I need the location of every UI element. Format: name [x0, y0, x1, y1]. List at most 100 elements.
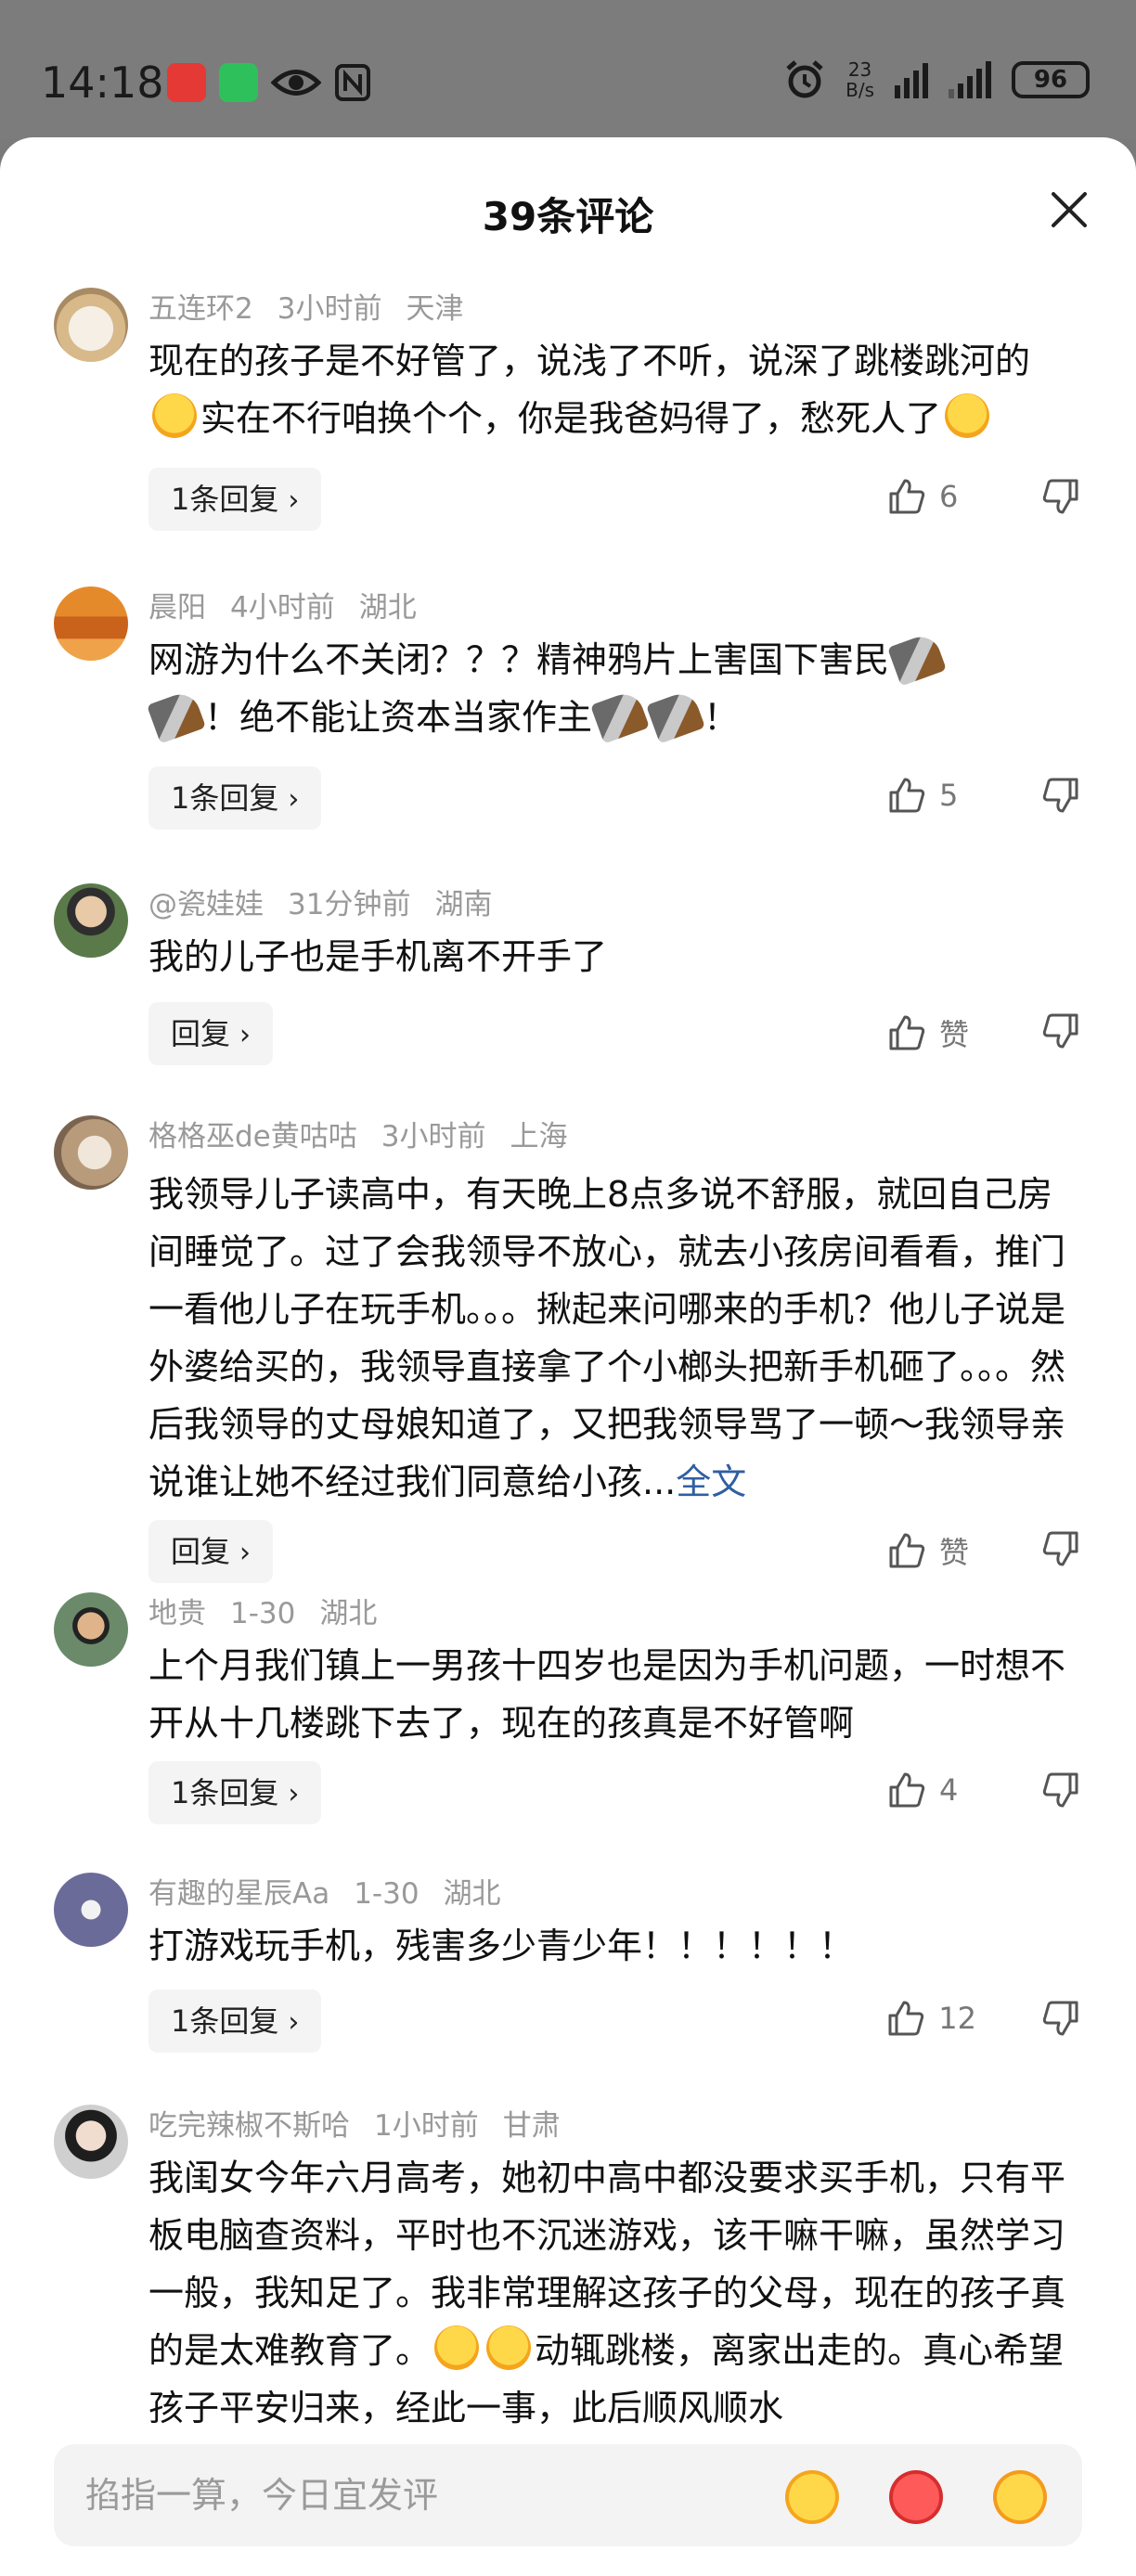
chevron-right-icon: ›: [239, 1019, 252, 1051]
comment-text: 上个月我们镇上一男孩十四岁也是因为手机问题，一时想不开从十几楼跳下去了，现在的孩…: [148, 1645, 1066, 1744]
comment-item: 吃完辣椒不斯哈 1小时前 甘肃 我闺女今年六月高考，她初中高中都没要求买手机，只有平…: [0, 2103, 1136, 2429]
network-speed: 23 B/s: [846, 59, 874, 100]
comment-text: 网游为什么不关闭？？？精神鸦片上害国下害民 ！绝不能让资本当家作主 ！: [147, 631, 1080, 746]
dislike-button[interactable]: [1041, 1999, 1080, 2041]
dislike-button[interactable]: [1041, 1771, 1080, 1813]
reply-label: 1条回复: [171, 780, 279, 816]
comment-location: 湖南: [434, 888, 493, 921]
status-right: 23 B/s 96: [784, 59, 1090, 100]
comment-meta: 格格巫de黄咕咕 3小时前 上海: [148, 1114, 1080, 1160]
like-button[interactable]: 4: [887, 1771, 976, 1810]
like-button[interactable]: 赞: [887, 1011, 976, 1054]
comment-item: 有趣的星辰Aa 1-30 湖北 打游戏玩手机，残害多少青少年！！！！！！ 1条回复 ›…: [0, 1871, 1136, 2103]
reply-button[interactable]: 回复 ›: [148, 1520, 274, 1583]
avatar[interactable]: [54, 1115, 128, 1190]
comment-location: 天津: [406, 292, 464, 326]
knife-emoji-icon: [590, 689, 650, 744]
comment-time: 1-30: [354, 1877, 420, 1911]
comment-location: 湖北: [443, 1877, 501, 1911]
thumbs-up-icon: [889, 479, 925, 514]
comment-text: 我闺女今年六月高考，她初中高中都没要求买手机，只有平板电脑查资料，平时也不沉迷游…: [148, 2149, 1080, 2429]
comment-username[interactable]: 晨阳: [148, 591, 206, 625]
comment-location: 上海: [510, 1120, 568, 1153]
thumbs-up-icon: [888, 2001, 924, 2036]
like-button[interactable]: 赞: [887, 1529, 976, 1572]
comment-list[interactable]: 五连环2 3小时前 天津 现在的孩子是不好管了，说浅了不听，说深了跳楼跳河的 实在不行…: [0, 286, 1136, 2429]
thumbs-down-icon: [1042, 778, 1078, 813]
comment-input-placeholder: 掐指一算，今日宜发评: [85, 2475, 439, 2516]
avatar[interactable]: [54, 2105, 128, 2179]
comment-actions: 1条回复 › 12: [148, 1980, 1080, 2082]
expand-full-text-link[interactable]: 全文: [676, 1462, 746, 1502]
reply-label: 1条回复: [171, 1775, 279, 1810]
laughing-crying-emoji-icon[interactable]: [785, 2470, 839, 2524]
avatar[interactable]: [54, 1592, 128, 1667]
crying-emoji-icon: [434, 2325, 480, 2370]
reply-label: 1条回复: [171, 482, 279, 517]
comment-input[interactable]: 掐指一算，今日宜发评: [54, 2444, 1082, 2546]
comment-time: 4小时前: [230, 591, 335, 625]
reply-label: 回复: [171, 1016, 231, 1051]
thumbs-up-icon: [889, 1533, 925, 1568]
comment-text-part: 实在不行咱换个个，你是我爸妈得了，愁死人了: [200, 398, 942, 439]
knife-emoji-icon: [887, 631, 947, 687]
thumbs-down-icon: [1042, 2001, 1078, 2036]
comment-text: 现在的孩子是不好管了，说浅了不听，说深了跳楼跳河的实在不行咱换个个，你是我爸妈得…: [148, 332, 1080, 447]
avatar[interactable]: [54, 586, 128, 661]
comment-username[interactable]: 格格巫de黄咕咕: [148, 1120, 357, 1153]
dislike-button[interactable]: [1041, 776, 1080, 818]
comment-text: 打游戏玩手机，残害多少青少年！！！！！！: [148, 1926, 855, 1966]
like-count: 6: [939, 479, 959, 514]
like-button[interactable]: 12: [886, 1999, 976, 2038]
reply-button[interactable]: 回复 ›: [148, 1002, 274, 1065]
alarm-icon: [786, 60, 823, 98]
angry-emoji-icon[interactable]: [889, 2470, 943, 2524]
comment-actions: 1条回复 › 4: [148, 1752, 1080, 1854]
dislike-button[interactable]: [1041, 1011, 1080, 1054]
close-icon[interactable]: [1051, 191, 1088, 228]
avatar[interactable]: [54, 883, 128, 958]
comment-location: 湖北: [319, 1597, 378, 1630]
comment-time: 1小时前: [374, 2109, 479, 2143]
nfc-icon: [335, 64, 370, 101]
comment-meta: @瓷娃娃 31分钟前 湖南: [148, 882, 1080, 928]
avatar[interactable]: [54, 1873, 128, 1947]
like-button[interactable]: 5: [887, 776, 976, 815]
like-label: 赞: [939, 1017, 970, 1052]
status-time: 14:18: [41, 58, 164, 108]
comment-input-bar: 掐指一算，今日宜发评: [0, 2429, 1136, 2576]
view-replies-button[interactable]: 1条回复 ›: [148, 468, 322, 531]
comment-location: 甘肃: [502, 2109, 561, 2143]
like-button[interactable]: 6: [887, 477, 976, 516]
comment-username[interactable]: @瓷娃娃: [148, 888, 264, 921]
thumbs-up-icon: [889, 1015, 925, 1050]
shy-emoji-icon[interactable]: [993, 2470, 1047, 2524]
sheet-header: 39条评论: [0, 137, 1136, 286]
network-speed-unit: B/s: [846, 79, 874, 101]
view-replies-button[interactable]: 1条回复 ›: [148, 1761, 322, 1824]
comment-time: 3小时前: [381, 1120, 486, 1153]
comment-username[interactable]: 五连环2: [148, 292, 253, 326]
thumbs-down-icon: [1042, 479, 1078, 514]
dislike-button[interactable]: [1041, 1529, 1080, 1572]
comment-text-part: 我领导儿子读高中，有天晚上8点多说不舒服，就回自己房间睡觉了。过了会我领导不放心…: [148, 1174, 1066, 1502]
comment-username[interactable]: 吃完辣椒不斯哈: [148, 2109, 350, 2143]
view-replies-button[interactable]: 1条回复 ›: [148, 1990, 322, 2053]
comment-count-title: 39条评论: [482, 194, 654, 239]
comment-text-part: 现在的孩子是不好管了，说浅了不听，说深了跳楼跳河的: [148, 341, 1031, 381]
comment-actions: 1条回复 › 5: [148, 757, 1080, 859]
comment-username[interactable]: 地贵: [148, 1597, 206, 1630]
comment-time: 3小时前: [277, 292, 382, 326]
like-count: 4: [939, 1772, 959, 1808]
comment-meta: 吃完辣椒不斯哈 1小时前 甘肃: [148, 2103, 1080, 2149]
status-app-icons: [167, 63, 371, 102]
comment-username[interactable]: 有趣的星辰Aa: [148, 1877, 329, 1911]
comment-time: 31分钟前: [288, 888, 411, 921]
view-replies-button[interactable]: 1条回复 ›: [148, 766, 322, 830]
avatar[interactable]: [54, 288, 128, 362]
dislike-button[interactable]: [1041, 477, 1080, 520]
like-count: 12: [938, 2001, 976, 2036]
chevron-right-icon: ›: [288, 484, 300, 517]
comment-actions: 1条回复 › 6: [148, 458, 1080, 560]
comment-meta: 五连环2 3小时前 天津: [148, 286, 1080, 332]
